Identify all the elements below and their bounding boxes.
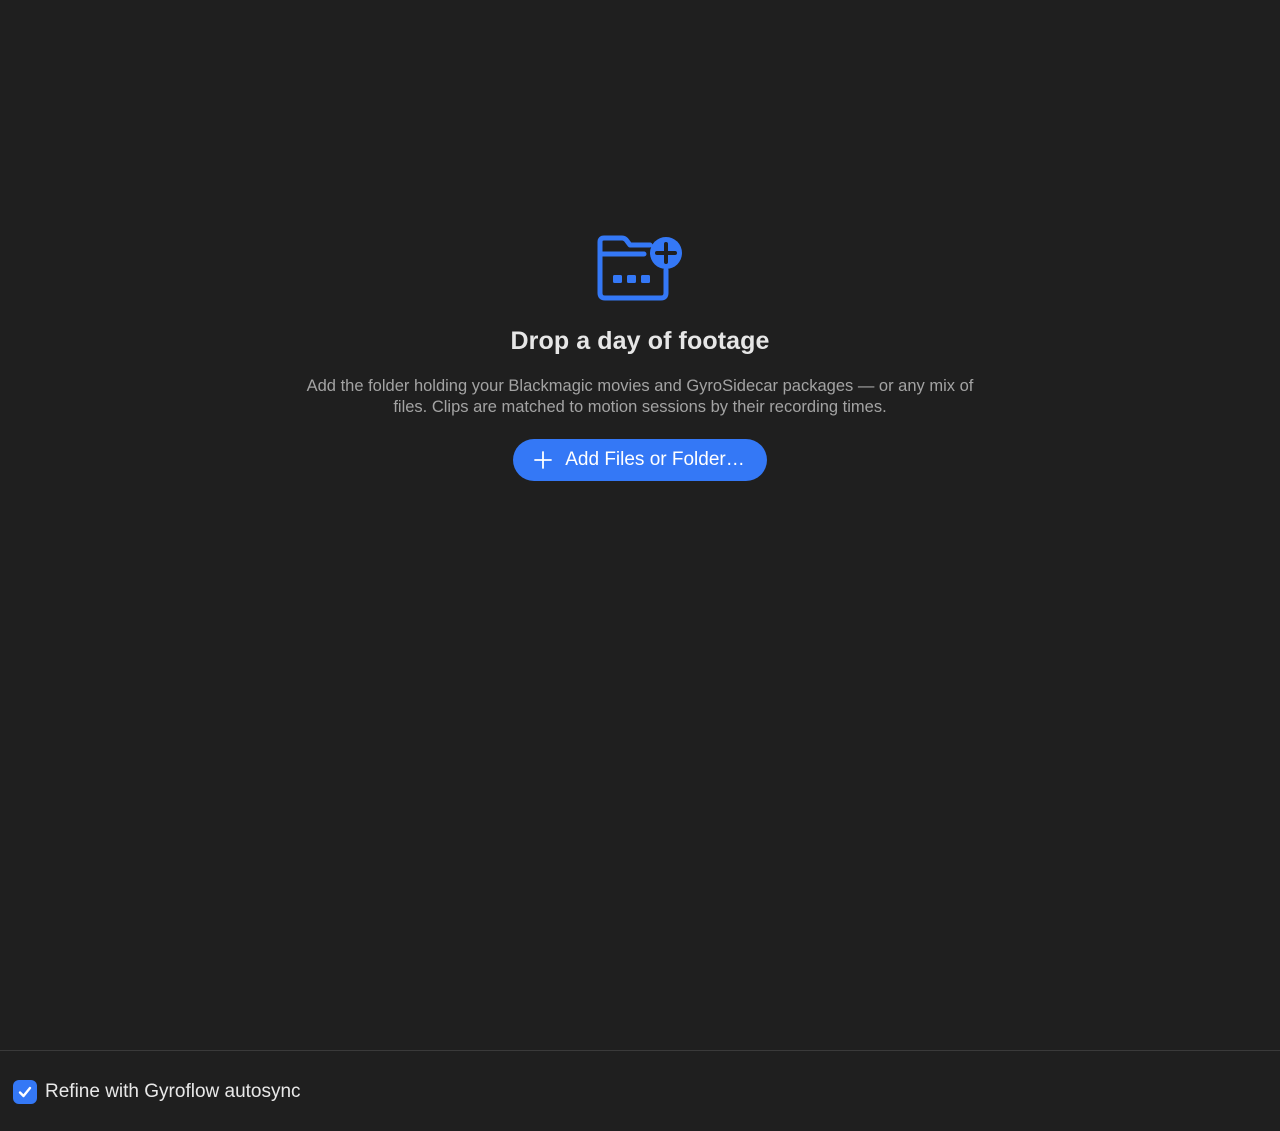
folder-plus-icon	[597, 235, 682, 301]
autosync-toggle[interactable]: Refine with Gyroflow autosync	[13, 1080, 301, 1104]
drop-zone[interactable]: Drop a day of footage Add the folder hol…	[0, 0, 1280, 1050]
empty-state: Drop a day of footage Add the folder hol…	[0, 232, 1280, 481]
plus-icon	[534, 451, 553, 469]
add-files-button-label: Add Files or Folder…	[565, 449, 745, 470]
autosync-checkbox[interactable]	[13, 1080, 37, 1104]
add-files-button[interactable]: Add Files or Folder…	[513, 439, 767, 481]
app-window: Drop a day of footage Add the folder hol…	[0, 0, 1280, 1131]
empty-state-title: Drop a day of footage	[510, 327, 770, 355]
autosync-label: Refine with Gyroflow autosync	[45, 1081, 301, 1102]
footer-bar: Refine with Gyroflow autosync	[0, 1050, 1280, 1131]
checkmark-icon	[18, 1086, 32, 1098]
empty-state-description: Add the folder holding your Blackmagic m…	[306, 377, 974, 416]
